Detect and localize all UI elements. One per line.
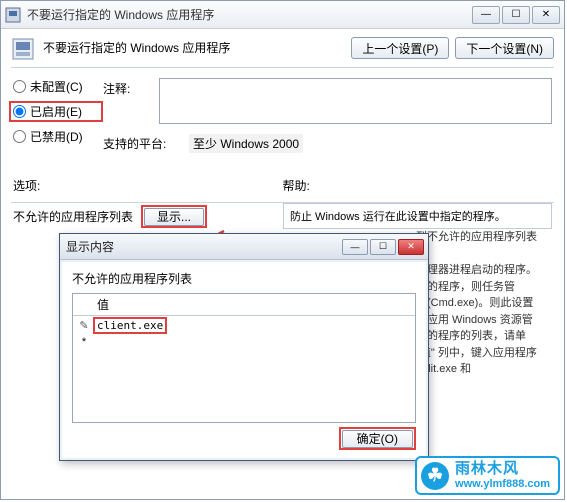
watermark: ☘ 雨林木风 www.ylmf888.com [415, 456, 560, 495]
watermark-url: www.ylmf888.com [455, 478, 550, 490]
policy-icon [11, 37, 35, 61]
radio-not-configured[interactable]: 未配置(C) [13, 78, 103, 95]
new-row-icon: * [77, 336, 91, 348]
help-continuation: 到不允许的应用程序列表 管理器进程启动的程序。 定的程序，则任务管 符(Cmd.… [416, 229, 548, 378]
help-text-panel: 防止 Windows 运行在此设置中指定的程序。 [283, 203, 552, 229]
list-row[interactable]: ✎ client.exe [73, 316, 415, 335]
radio-disabled[interactable]: 已禁用(D) [13, 128, 103, 145]
list-value-cell[interactable]: client.exe [93, 317, 167, 334]
close-button[interactable]: ✕ [532, 6, 560, 24]
page-title: 不要运行指定的 Windows 应用程序 [43, 37, 351, 56]
list-new-row[interactable]: * [73, 335, 415, 349]
dialog-list-label: 不允许的应用程序列表 [72, 270, 416, 287]
dialog-close-button[interactable]: ✕ [398, 239, 424, 255]
edit-icon: ✎ [77, 319, 91, 332]
titlebar: 不要运行指定的 Windows 应用程序 — ☐ ✕ [1, 1, 564, 29]
comment-label: 注释: [103, 78, 159, 124]
list-header: 值 [73, 294, 415, 316]
comment-textarea[interactable] [159, 78, 552, 124]
maximize-button[interactable]: ☐ [502, 6, 530, 24]
show-contents-dialog: 显示内容 — ☐ ✕ 不允许的应用程序列表 值 ✎ client.exe * [59, 233, 429, 461]
show-button[interactable]: 显示... [144, 208, 204, 226]
dialog-minimize-button[interactable]: — [342, 239, 368, 255]
dialog-title: 显示内容 [64, 238, 342, 255]
watermark-cn: 雨林木风 [455, 461, 550, 478]
platform-value: 至少 Windows 2000 [189, 134, 303, 153]
disallowed-list-label: 不允许的应用程序列表 [13, 208, 133, 225]
value-list[interactable]: 值 ✎ client.exe * [72, 293, 416, 423]
dialog-maximize-button[interactable]: ☐ [370, 239, 396, 255]
help-label: 帮助: [283, 177, 553, 194]
prev-setting-button[interactable]: 上一个设置(P) [351, 37, 449, 59]
app-icon [5, 7, 21, 23]
ok-button[interactable]: 确定(O) [342, 430, 413, 448]
window-title: 不要运行指定的 Windows 应用程序 [27, 6, 472, 23]
options-label: 选项: [13, 177, 283, 194]
next-setting-button[interactable]: 下一个设置(N) [455, 37, 554, 59]
radio-enabled[interactable]: 已启用(E) [13, 103, 99, 120]
platform-label: 支持的平台: [103, 135, 189, 152]
watermark-icon: ☘ [421, 462, 449, 490]
minimize-button[interactable]: — [472, 6, 500, 24]
